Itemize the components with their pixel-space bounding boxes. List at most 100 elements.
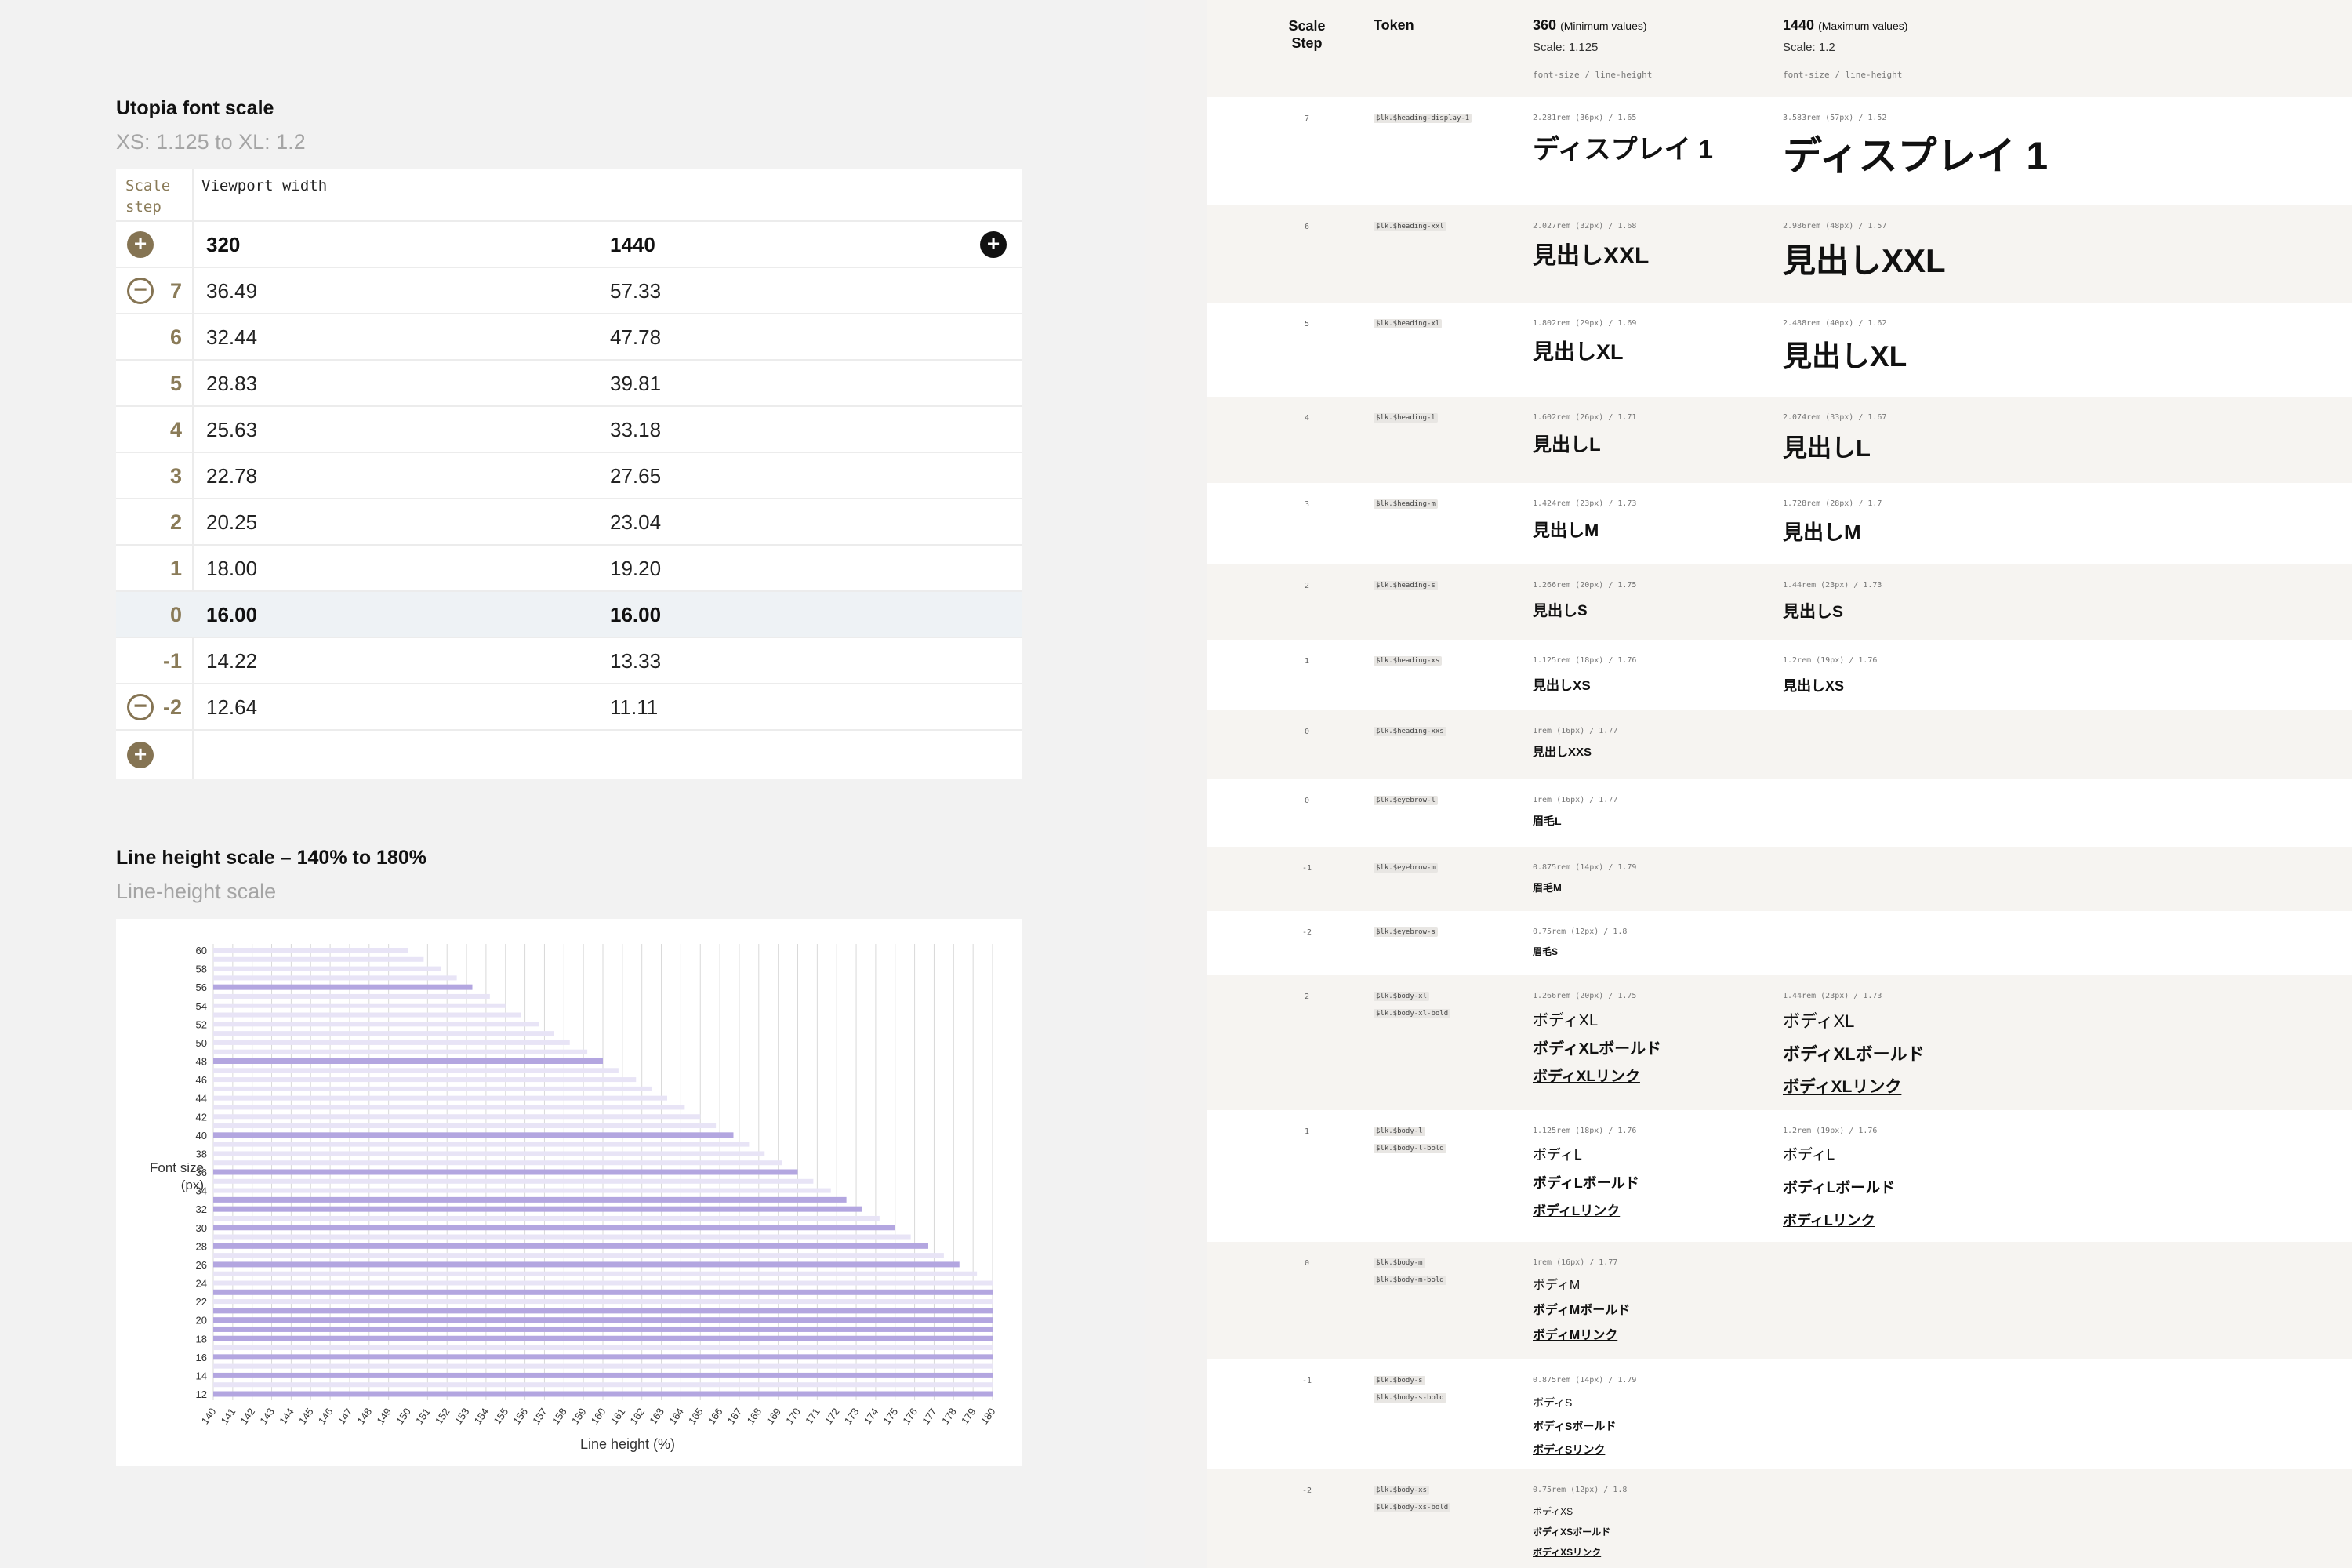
header-max-width: 1440	[1783, 17, 1815, 33]
scale-row: 2 20.25 23.04	[116, 499, 1022, 546]
type-row: 3 $lk.$heading-m 1.424rem (23px) / 1.73 1.7…	[1207, 483, 2352, 564]
type-row: 1 $lk.$body-l $lk.$body-l-bold 1.125rem (18…	[1207, 1110, 2352, 1242]
x-tick-label: 148	[355, 1406, 375, 1426]
sample-link-max[interactable]: ボディLリンク	[1783, 1214, 1875, 1228]
sample-min: 眉毛L	[1533, 815, 1562, 827]
min-spec: 1.802rem (29px) / 1.69	[1533, 319, 1637, 328]
row-scale-step: -1	[1301, 864, 1312, 873]
header-min-scale: Scale: 1.125	[1533, 41, 1599, 54]
sample-link-min[interactable]: ボディXLリンク	[1533, 1069, 1640, 1084]
y-tick-label: 22	[196, 1296, 207, 1308]
bar	[213, 1003, 506, 1008]
bar	[213, 1354, 993, 1360]
bar	[213, 1261, 960, 1268]
add-viewport-plus-icon[interactable]: +	[980, 231, 1007, 258]
bar	[213, 1132, 734, 1138]
viewport-min: 320	[206, 233, 241, 256]
x-tick-label: 177	[920, 1406, 939, 1426]
type-row: -1 $lk.$eyebrow-m 0.875rem (14px) / 1.79 眉毛…	[1207, 847, 2352, 911]
x-tick-label: 180	[978, 1406, 998, 1426]
x-tick-label: 172	[822, 1406, 842, 1426]
type-row: 0 $lk.$eyebrow-l 1rem (16px) / 1.77 眉毛L	[1207, 779, 2352, 847]
bar	[213, 1372, 993, 1378]
y-tick-label: 16	[196, 1352, 207, 1363]
sample-regular-min: ボディS	[1533, 1396, 1573, 1409]
x-tick-label: 164	[666, 1406, 686, 1426]
sample-bold-min: ボディLボールド	[1533, 1175, 1639, 1191]
size-at-min: 12.64	[206, 695, 258, 719]
type-row: 1 $lk.$heading-xs 1.125rem (18px) / 1.76 1.…	[1207, 640, 2352, 710]
min-spec: 2.027rem (32px) / 1.68	[1533, 222, 1637, 230]
size-at-min: 18.00	[206, 557, 258, 580]
max-spec: 2.986rem (48px) / 1.57	[1783, 222, 1887, 230]
add-step-top-plus-icon[interactable]: +	[127, 231, 154, 258]
bar	[213, 1308, 993, 1314]
type-row: 0 $lk.$body-m $lk.$body-m-bold 1rem (16px) …	[1207, 1242, 2352, 1359]
min-spec: 0.75rem (12px) / 1.8	[1533, 1486, 1628, 1494]
x-tick-label: 156	[510, 1406, 530, 1426]
x-tick-label: 175	[880, 1406, 900, 1426]
sample-regular-min: ボディXS	[1533, 1506, 1573, 1517]
sample-link-min[interactable]: ボディMリンク	[1533, 1330, 1617, 1342]
sample-bold-max: ボディLボールド	[1783, 1180, 1896, 1196]
viewport-max: 1440	[610, 233, 655, 256]
bar	[213, 1049, 588, 1054]
sample-min: 眉毛M	[1533, 882, 1562, 894]
bar	[213, 1095, 668, 1101]
y-tick-label: 60	[196, 945, 207, 956]
bar	[213, 1299, 993, 1305]
size-at-min: 36.49	[206, 279, 258, 303]
font-scale-subtitle: XS: 1.125 to XL: 1.2	[116, 130, 306, 154]
type-row: 2 $lk.$body-xl $lk.$body-xl-bold 1.266rem (…	[1207, 975, 2352, 1110]
row-scale-step: 7	[1304, 114, 1310, 123]
sample-min: ディスプレイ 1	[1533, 135, 1713, 165]
x-tick-label: 140	[199, 1406, 219, 1426]
token-name: $lk.$body-xl-bold	[1374, 1009, 1451, 1018]
x-tick-label: 147	[336, 1406, 355, 1426]
scale-step: 0	[169, 603, 182, 626]
sample-min: 見出しXXL	[1533, 243, 1650, 269]
scale-step: 4	[169, 418, 182, 441]
max-spec: 3.583rem (57px) / 1.52	[1783, 114, 1887, 122]
header-scale-step: Scale Step	[1288, 18, 1326, 51]
sample-link-min[interactable]: ボディSリンク	[1533, 1444, 1605, 1455]
min-spec: 1rem (16px) / 1.77	[1533, 796, 1618, 804]
add-step-bottom-plus-icon[interactable]: +	[127, 742, 154, 768]
x-tick-label: 163	[647, 1406, 666, 1426]
row-scale-step: 2	[1304, 582, 1310, 590]
scale-row: − -2 12.64 11.11	[116, 684, 1022, 731]
max-spec: 1.2rem (19px) / 1.76	[1783, 656, 1878, 665]
x-tick-label: 165	[686, 1406, 706, 1426]
type-row: -2 $lk.$eyebrow-s 0.75rem (12px) / 1.8 眉毛S	[1207, 911, 2352, 975]
x-tick-label: 146	[316, 1406, 336, 1426]
sample-link-min[interactable]: ボディLリンク	[1533, 1204, 1620, 1218]
scale-step: -2	[162, 695, 182, 719]
x-tick-label: 143	[257, 1406, 277, 1426]
token-name: $lk.$eyebrow-s	[1374, 927, 1438, 937]
x-tick-label: 179	[959, 1406, 978, 1426]
x-tick-label: 158	[550, 1406, 569, 1426]
sample-link-max[interactable]: ボディXLリンク	[1783, 1079, 1901, 1095]
max-spec: 1.44rem (23px) / 1.73	[1783, 581, 1882, 590]
scale-row: 3 22.78 27.65	[116, 453, 1022, 499]
header-max-note: font-size / line-height	[1783, 70, 1903, 80]
row-scale-step: 3	[1304, 500, 1310, 509]
scale-row: 5 28.83 39.81	[116, 361, 1022, 407]
y-tick-label: 50	[196, 1037, 207, 1049]
sample-bold-max: ボディXLボールド	[1783, 1044, 1925, 1064]
x-tick-label: 167	[725, 1406, 745, 1426]
scale-step: 3	[169, 464, 182, 488]
header-viewport-width: Viewport width	[201, 177, 328, 194]
header-min-note: font-size / line-height	[1533, 70, 1653, 80]
line-height-title: Line height scale – 140% to 180%	[116, 847, 426, 869]
bar	[213, 1068, 619, 1073]
token-name: $lk.$body-l-bold	[1374, 1144, 1446, 1153]
type-row: 4 $lk.$heading-l 1.602rem (26px) / 1.71 2.0…	[1207, 397, 2352, 483]
token-name: $lk.$body-s-bold	[1374, 1393, 1446, 1403]
sample-max: 見出しM	[1783, 521, 1861, 544]
token-name: $lk.$heading-xxs	[1374, 727, 1446, 736]
token-name: $lk.$heading-display-1	[1374, 114, 1472, 123]
token-name: $lk.$body-l	[1374, 1127, 1425, 1136]
header-max-scale: Scale: 1.2	[1783, 41, 1835, 54]
sample-link-min[interactable]: ボディXSリンク	[1533, 1548, 1601, 1557]
